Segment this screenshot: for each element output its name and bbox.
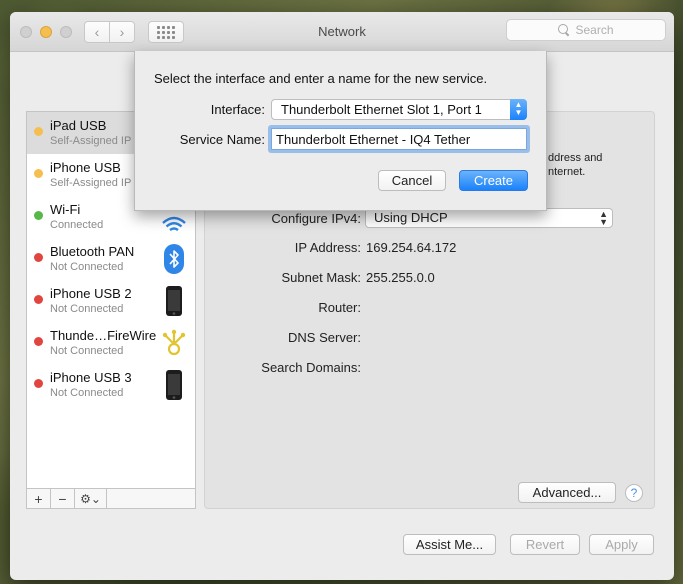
configure-ipv4-value: Using DHCP	[374, 210, 448, 225]
service-name: iPhone USB 3	[50, 370, 132, 385]
dns-server-label: DNS Server:	[288, 330, 361, 345]
subnet-mask-value: 255.255.0.0	[366, 270, 435, 285]
sheet-message: Select the interface and enter a name fo…	[154, 71, 488, 86]
new-service-sheet: Select the interface and enter a name fo…	[134, 51, 547, 211]
service-status: Not Connected	[50, 303, 124, 315]
service-item-bluetooth-pan[interactable]: Bluetooth PAN Not Connected	[27, 238, 195, 280]
apply-button[interactable]: Apply	[589, 534, 654, 555]
gear-icon: ⚙⌄	[80, 491, 101, 506]
status-dot	[34, 169, 43, 178]
service-item-thunderbolt-firewire[interactable]: Thunde…FireWire Not Connected	[27, 322, 195, 364]
service-status: Self-Assigned IP	[50, 135, 132, 147]
status-dot	[34, 253, 43, 262]
service-name: iPad USB	[50, 118, 107, 133]
service-name: iPhone USB 2	[50, 286, 132, 301]
ip-address-label: IP Address:	[294, 240, 361, 255]
status-dot	[34, 295, 43, 304]
service-status: Not Connected	[50, 261, 124, 273]
create-button[interactable]: Create	[459, 170, 528, 191]
plus-icon: +	[34, 490, 43, 507]
service-list-toolbar: + − ⚙⌄	[27, 488, 195, 508]
popup-arrows-icon: ▲ ▼	[510, 99, 527, 120]
status-description-line1: ddress and	[548, 152, 603, 164]
service-item-iphone-usb-3[interactable]: iPhone USB 3 Not Connected	[27, 364, 195, 406]
service-name: Bluetooth PAN	[50, 244, 135, 259]
interface-label: Interface:	[210, 102, 265, 117]
configure-ipv4-label: Configure IPv4:	[271, 211, 361, 226]
interface-popup[interactable]: Thunderbolt Ethernet Slot 1, Port 1 ▲ ▼	[271, 99, 527, 120]
advanced-button[interactable]: Advanced...	[518, 482, 616, 503]
service-name-label: Service Name:	[179, 132, 265, 147]
service-name: Thunde…FireWire	[50, 328, 157, 343]
service-status: Self-Assigned IP	[50, 177, 132, 189]
service-item-iphone-usb-2[interactable]: iPhone USB 2 Not Connected	[27, 280, 195, 322]
service-name-input[interactable]	[271, 128, 527, 150]
help-button[interactable]: ?	[625, 484, 643, 502]
title-bar: ‹ › Network Search	[10, 12, 674, 52]
status-dot	[34, 211, 43, 220]
search-field[interactable]: Search	[506, 19, 666, 41]
revert-button[interactable]: Revert	[510, 534, 580, 555]
interface-value: Thunderbolt Ethernet Slot 1, Port 1	[281, 102, 482, 117]
firewire-icon	[162, 329, 186, 356]
ip-address-value: 169.254.64.172	[366, 240, 457, 255]
remove-service-button[interactable]: −	[51, 489, 75, 508]
action-menu-button[interactable]: ⚙⌄	[75, 489, 107, 508]
iphone-icon	[166, 286, 182, 316]
search-icon	[558, 24, 570, 36]
service-name: Wi-Fi	[50, 202, 81, 217]
configure-ipv4-popup[interactable]: Using DHCP ▲ ▼	[365, 208, 613, 228]
status-dot	[34, 337, 43, 346]
subnet-mask-label: Subnet Mask:	[281, 270, 362, 285]
add-service-button[interactable]: +	[27, 489, 51, 508]
assist-me-button[interactable]: Assist Me...	[403, 534, 496, 555]
service-status: Not Connected	[50, 387, 124, 399]
search-domains-label: Search Domains:	[261, 360, 361, 375]
status-dot	[34, 379, 43, 388]
bluetooth-icon	[164, 244, 184, 274]
cancel-button[interactable]: Cancel	[378, 170, 446, 191]
iphone-icon	[166, 370, 182, 400]
minus-icon: −	[58, 490, 67, 507]
service-status: Not Connected	[50, 345, 124, 357]
search-placeholder: Search	[575, 23, 614, 37]
status-dot	[34, 127, 43, 136]
service-name: iPhone USB	[50, 160, 121, 175]
router-label: Router:	[318, 300, 361, 315]
popup-arrows-icon: ▲ ▼	[599, 209, 608, 227]
service-status: Connected	[50, 219, 104, 231]
status-description-line2: nternet.	[548, 166, 586, 178]
